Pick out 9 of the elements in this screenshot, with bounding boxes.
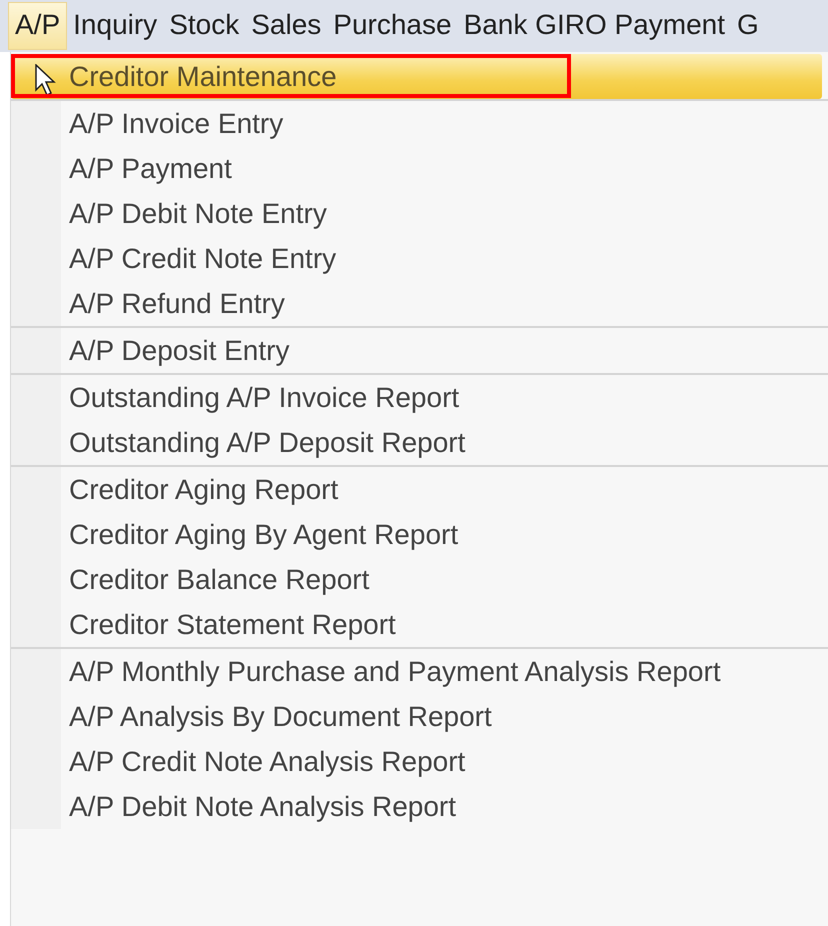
menu-bar-item[interactable]: G [731,3,765,49]
menu-bar-item[interactable]: Inquiry [67,3,164,49]
menu-bar-item[interactable]: Stock [163,3,246,49]
mouse-pointer-icon [35,64,57,96]
menu-bar-item[interactable]: Bank GIRO Payment [458,3,731,49]
menu-bar-item[interactable]: Purchase [327,3,458,49]
menu-bar-item[interactable]: A/P [8,2,68,50]
menu-bar-item[interactable]: Sales [245,3,328,49]
menu-item[interactable]: Creditor Maintenance [11,54,822,99]
